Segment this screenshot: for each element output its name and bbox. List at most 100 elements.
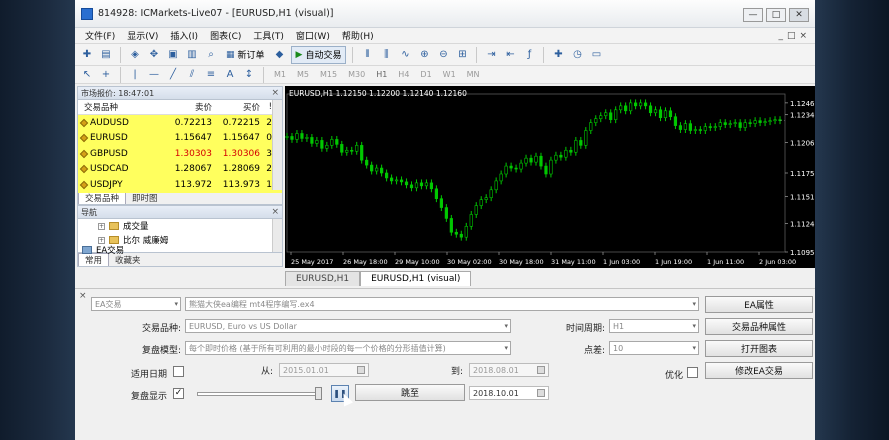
indicators-icon[interactable]: ƒ (521, 47, 537, 63)
minimize-button[interactable]: — (743, 8, 763, 22)
skip-to-button[interactable]: 跳至 (355, 384, 465, 401)
chart-tab-eurusd-visual[interactable]: EURUSD,H1 (visual) (360, 271, 472, 286)
model-select[interactable]: 每个即时价格 (基于所有可利用的最小时段的每一个价格的分形插值计算) ▾ (185, 341, 511, 355)
use-date-checkbox[interactable] (173, 366, 184, 377)
market-watch-row[interactable]: EURUSD 1.15647 1.15647 0 (78, 130, 282, 146)
market-watch-row[interactable]: USDCAD 1.28067 1.28069 2 (78, 161, 282, 177)
candle-chart-icon[interactable]: ⫼ (378, 47, 394, 63)
vertical-line-icon[interactable]: | (127, 67, 143, 83)
expert-type-select[interactable]: EA交易 ▾ (91, 297, 181, 311)
child-close-button[interactable]: × (799, 31, 807, 41)
channel-icon[interactable]: ⫽ (184, 67, 200, 83)
nav-item-bill-williams[interactable]: + 比尔 威廉姆 (98, 233, 282, 247)
market-watch-row[interactable]: USDJPY 113.972 113.973 1 (78, 177, 282, 193)
close-button[interactable]: ✕ (789, 8, 809, 22)
zoom-out-icon[interactable]: ⊖ (435, 47, 451, 63)
crosshair-icon[interactable]: + (98, 67, 114, 83)
nav-item-experts[interactable]: EA交易 (82, 244, 124, 256)
trendline-icon[interactable]: ╱ (165, 67, 181, 83)
expert-properties-button[interactable]: EA属性 (705, 296, 813, 313)
menu-file[interactable]: 文件(F) (79, 29, 121, 42)
chart-shift-icon[interactable]: ⇤ (502, 47, 518, 63)
symbol-properties-button[interactable]: 交易品种属性 (705, 318, 813, 335)
text-tool-icon[interactable]: A (222, 67, 238, 83)
symbol-select[interactable]: EURUSD, Euro vs US Dollar ▾ (185, 319, 511, 333)
visual-mode-checkbox[interactable]: ✓ (173, 388, 184, 399)
auto-trading-button[interactable]: ▶ 自动交易 (290, 45, 347, 64)
chart-tab-eurusd-h1[interactable]: EURUSD,H1 (285, 271, 361, 286)
tile-windows-icon[interactable]: ⊞ (454, 47, 470, 63)
timeframe-w1[interactable]: W1 (439, 70, 460, 79)
menu-insert[interactable]: 插入(I) (164, 29, 204, 42)
terminal-icon[interactable]: ▥ (184, 47, 200, 63)
menu-window[interactable]: 窗口(W) (290, 29, 336, 42)
timeframe-m1[interactable]: M1 (270, 70, 290, 79)
speed-slider-thumb[interactable] (315, 387, 322, 400)
close-icon[interactable]: × (271, 88, 279, 98)
timeframe-m5[interactable]: M5 (293, 70, 313, 79)
col-bid[interactable]: 卖价 (160, 101, 212, 113)
strategy-tester-icon[interactable]: ⌕ (203, 47, 219, 63)
close-icon[interactable]: × (271, 207, 279, 217)
close-icon[interactable]: × (79, 291, 87, 301)
modify-expert-button[interactable]: 修改EA交易 (705, 362, 813, 379)
tab-tick-chart[interactable]: 即时图 (126, 191, 164, 204)
optimization-checkbox[interactable] (687, 367, 698, 378)
new-order-button[interactable]: ▦ 新订单 (222, 46, 269, 64)
profiles-icon[interactable]: ▤ (98, 47, 114, 63)
expand-icon[interactable]: + (98, 222, 105, 230)
arrows-tool-icon[interactable]: ↕ (241, 67, 257, 83)
nav-item-volumes[interactable]: + 成交量 (98, 219, 282, 233)
spread-select[interactable]: 10 ▾ (609, 341, 699, 355)
templates-icon[interactable]: ▭ (588, 47, 604, 63)
bar-chart-icon[interactable]: ⫴ (359, 47, 375, 63)
timeframe-d1[interactable]: D1 (416, 70, 435, 79)
open-chart-button[interactable]: 打开图表 (705, 340, 813, 357)
menu-help[interactable]: 帮助(H) (336, 29, 380, 42)
timeframe-m30[interactable]: M30 (344, 70, 369, 79)
fibonacci-icon[interactable]: ≡ (203, 67, 219, 83)
timeframe-m15[interactable]: M15 (316, 70, 341, 79)
to-date-field[interactable]: 2018.08.01 (469, 363, 549, 377)
metaeditor-icon[interactable]: ◆ (272, 47, 288, 63)
market-watch-row[interactable]: AUDUSD 0.72213 0.72215 2 (78, 115, 282, 131)
calendar-icon[interactable] (537, 366, 545, 374)
menu-charts[interactable]: 图表(C) (204, 29, 247, 42)
maximize-button[interactable]: □ (766, 8, 786, 22)
zoom-in-icon[interactable]: ⊕ (416, 47, 432, 63)
market-watch-icon[interactable]: ◈ (127, 47, 143, 63)
nav-label: 比尔 威廉姆 (123, 236, 169, 246)
timeframe-h1[interactable]: H1 (372, 70, 391, 79)
auto-scroll-icon[interactable]: ⇥ (483, 47, 499, 63)
timeframe-h4[interactable]: H4 (394, 70, 413, 79)
calendar-icon[interactable] (357, 366, 365, 374)
period-select[interactable]: H1 ▾ (609, 319, 699, 333)
market-watch-row[interactable]: GBPUSD 1.30303 1.30306 3 (78, 146, 282, 162)
tab-symbols[interactable]: 交易品种 (78, 191, 127, 204)
timeframe-mn[interactable]: MN (463, 70, 484, 79)
add-indicator-icon[interactable]: ✚ (550, 47, 566, 63)
expand-icon[interactable]: + (98, 236, 105, 244)
price-chart[interactable]: 1.12460 1.12340 1.12060 1.11750 1.11510 1.112… (285, 86, 815, 268)
child-restore-button[interactable]: □ (787, 31, 796, 41)
cursor-icon[interactable]: ↖ (79, 67, 95, 83)
menu-tools[interactable]: 工具(T) (247, 29, 290, 42)
data-window-icon[interactable]: ✥ (146, 47, 162, 63)
calendar-icon[interactable] (537, 389, 545, 397)
new-chart-icon[interactable]: ✚ (79, 47, 95, 63)
line-chart-icon[interactable]: ∿ (397, 47, 413, 63)
col-symbol[interactable]: 交易品种 (78, 101, 160, 113)
col-ask[interactable]: 买价 (212, 101, 260, 113)
skip-to-date-field[interactable]: 2018.10.01 (469, 386, 549, 400)
periods-icon[interactable]: ◷ (569, 47, 585, 63)
navigator-scrollbar[interactable] (272, 219, 282, 252)
speed-slider-track[interactable] (197, 392, 321, 396)
child-minimize-button[interactable]: _ (778, 31, 783, 41)
navigator-icon[interactable]: ▣ (165, 47, 181, 63)
from-date-field[interactable]: 2015.01.01 (279, 363, 369, 377)
market-watch-scrollbar[interactable] (272, 100, 282, 190)
col-spread[interactable]: ! (260, 102, 272, 112)
expert-file-select[interactable]: 熊猫大侠ea编程 mt4程序编写.ex4 ▾ (185, 297, 699, 311)
menu-view[interactable]: 显示(V) (121, 29, 164, 42)
horizontal-line-icon[interactable]: — (146, 67, 162, 83)
